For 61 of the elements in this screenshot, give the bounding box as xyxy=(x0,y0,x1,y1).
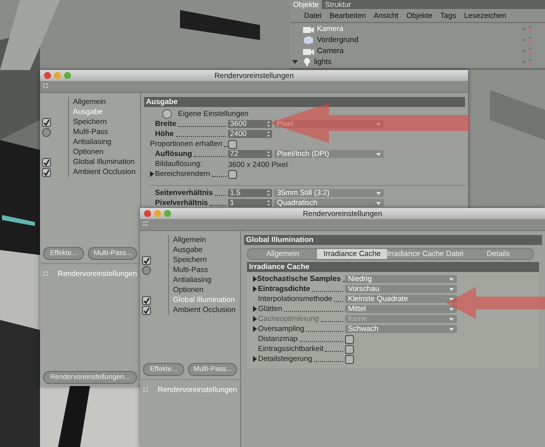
grip-icon[interactable] xyxy=(43,270,48,276)
light-icon xyxy=(303,57,311,66)
expand-icon[interactable] xyxy=(253,286,257,292)
leader-line xyxy=(210,205,226,206)
grip-icon[interactable] xyxy=(143,386,148,392)
close-button[interactable] xyxy=(144,210,151,217)
camera-icon xyxy=(303,24,314,32)
toggle-checkbox[interactable] xyxy=(142,296,151,304)
toggle-checkbox[interactable] xyxy=(142,256,151,264)
leader-line xyxy=(325,351,343,352)
leader-line xyxy=(306,331,343,332)
checkbox[interactable] xyxy=(345,334,354,344)
radio-button[interactable] xyxy=(162,109,172,119)
leader-line xyxy=(320,321,343,322)
leader-line xyxy=(314,361,343,362)
cube-icon xyxy=(303,35,314,44)
expand-icon[interactable] xyxy=(253,356,257,362)
grip-icon[interactable] xyxy=(143,221,150,228)
expand-icon[interactable] xyxy=(253,276,257,282)
toggle-checkbox[interactable] xyxy=(142,306,151,314)
close-button[interactable] xyxy=(44,72,51,79)
checkbox[interactable] xyxy=(345,344,354,354)
leader-line xyxy=(284,311,343,312)
grip-icon[interactable] xyxy=(43,83,50,90)
caret-icon xyxy=(449,288,454,290)
toggle-checkbox[interactable] xyxy=(142,266,151,274)
leader-line xyxy=(194,156,226,157)
camera-icon xyxy=(303,46,314,54)
checkbox[interactable] xyxy=(345,354,354,364)
toggle-checkbox[interactable] xyxy=(42,168,51,176)
caret-icon xyxy=(449,298,454,300)
checkbox[interactable] xyxy=(228,140,237,148)
stepper-icon[interactable] xyxy=(267,131,270,137)
caret-icon xyxy=(449,328,454,330)
leader-line xyxy=(300,341,343,342)
toggle-checkbox[interactable] xyxy=(42,128,51,136)
zoom-button[interactable] xyxy=(64,72,71,79)
toggle-checkbox[interactable] xyxy=(42,158,51,166)
stepper-icon[interactable] xyxy=(267,121,270,127)
caret-icon xyxy=(376,192,381,194)
leader-line xyxy=(212,176,226,177)
caret-icon xyxy=(376,122,381,126)
caret-icon xyxy=(376,152,381,156)
leader-line xyxy=(176,136,226,137)
expand-icon[interactable] xyxy=(253,326,257,332)
leader-line xyxy=(178,126,226,127)
caret-icon xyxy=(449,278,454,280)
stepper-icon[interactable] xyxy=(267,151,270,157)
caret-icon xyxy=(449,308,454,310)
stepper-icon[interactable] xyxy=(267,190,270,196)
caret-icon xyxy=(376,202,381,204)
expand-icon[interactable] xyxy=(253,306,257,312)
zoom-button[interactable] xyxy=(164,210,171,217)
checkbox[interactable] xyxy=(228,170,237,178)
toggle-checkbox[interactable] xyxy=(42,118,51,126)
expand-icon[interactable] xyxy=(150,171,154,177)
expand-icon[interactable] xyxy=(292,58,298,64)
leader-line xyxy=(312,291,343,292)
leader-line xyxy=(214,195,226,196)
stepper-icon[interactable] xyxy=(267,200,270,206)
leader-line xyxy=(334,301,343,302)
